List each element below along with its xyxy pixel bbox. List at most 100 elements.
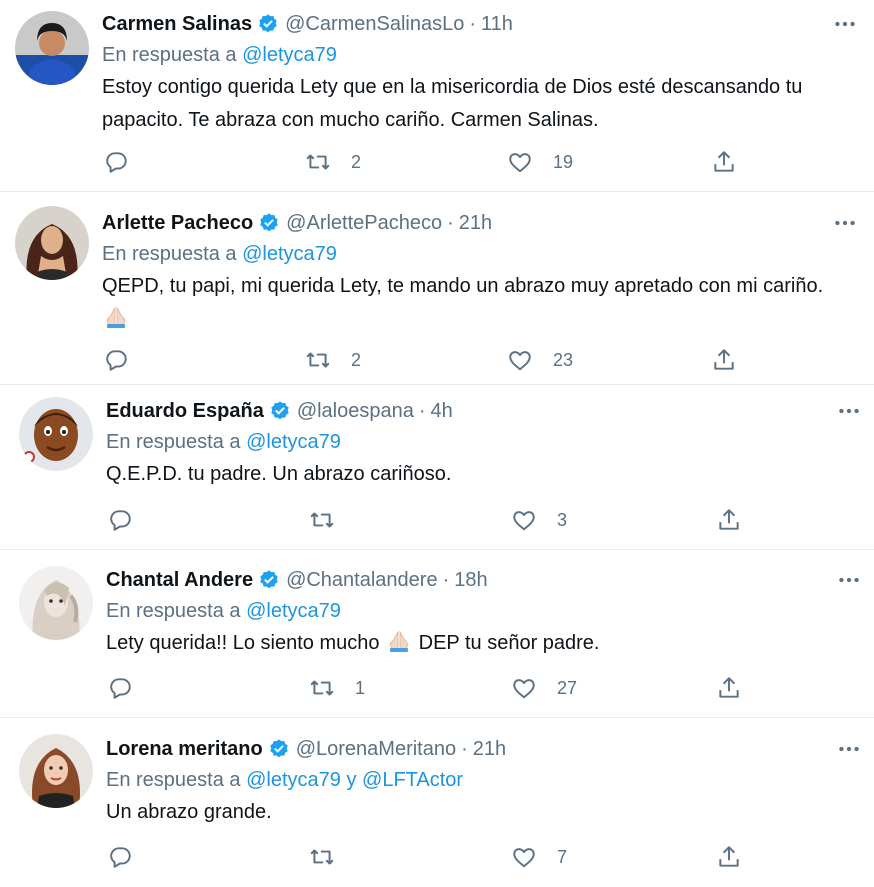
reply-button[interactable] [103, 343, 129, 377]
tweet-text: QEPD, tu papi, mi querida Lety, te mando… [102, 270, 854, 336]
separator-dot: · [469, 12, 477, 35]
avatar[interactable] [15, 206, 89, 280]
retweet-button[interactable]: 2 [305, 343, 361, 377]
timestamp[interactable]: 18h [454, 569, 487, 592]
tweet-feed: Carmen Salinas @CarmenSalinasLo · 11h En… [0, 0, 874, 887]
author-name[interactable]: Lorena meritano [106, 738, 263, 761]
retweet-button[interactable] [309, 840, 355, 874]
reply-button[interactable] [107, 503, 133, 537]
more-options-icon[interactable] [832, 732, 866, 766]
author-handle[interactable]: @LorenaMeritano [296, 738, 456, 761]
tweet-text: Lety querida!! Lo siento mucho DEP tu se… [106, 627, 854, 660]
tweet-text-body: Lety querida!! Lo siento mucho [106, 632, 380, 654]
like-button[interactable]: 3 [511, 503, 567, 537]
share-icon [719, 509, 739, 530]
share-icon [719, 677, 739, 698]
avatar[interactable] [15, 11, 89, 85]
more-options-icon[interactable] [832, 394, 866, 428]
reply-icon [106, 350, 127, 371]
avatar[interactable] [19, 566, 93, 640]
retweet-count: 2 [351, 151, 362, 172]
share-button[interactable] [711, 343, 737, 377]
tweet[interactable]: Chantal Andere @Chantalandere · 18h En r… [0, 550, 874, 718]
reply-button[interactable] [107, 840, 133, 874]
verified-badge-icon [258, 569, 280, 591]
author-handle[interactable]: @laloespana [297, 400, 414, 423]
verified-badge-icon [257, 13, 279, 35]
tweet-text-body: QEPD, tu papi, mi querida Lety, te mando… [102, 275, 824, 297]
retweet-button[interactable] [309, 503, 355, 537]
heart-icon [509, 351, 531, 371]
tweet[interactable]: Carmen Salinas @CarmenSalinasLo · 11h En… [0, 0, 874, 192]
heart-icon [513, 679, 535, 699]
timestamp[interactable]: 21h [459, 212, 492, 235]
share-button[interactable] [716, 840, 742, 874]
author-name[interactable]: Eduardo España [106, 400, 264, 423]
timestamp[interactable]: 21h [473, 738, 506, 761]
mention-link[interactable]: @letyca79 [246, 431, 341, 453]
share-button[interactable] [716, 503, 742, 537]
like-button[interactable]: 7 [511, 840, 567, 874]
author-name[interactable]: Chantal Andere [106, 569, 253, 592]
mention-link[interactable]: @letyca79 [242, 243, 337, 265]
mention-link[interactable]: @LFTActor [362, 769, 463, 791]
reply-icon [110, 678, 131, 699]
tweet-header: Arlette Pacheco @ArlettePacheco · 21h [102, 208, 854, 238]
tweet[interactable]: Eduardo España @laloespana · 4h En respu… [0, 385, 874, 550]
mention-link[interactable]: @letyca79 [246, 769, 341, 791]
like-button[interactable]: 27 [511, 671, 577, 705]
author-name[interactable]: Arlette Pacheco [102, 212, 253, 235]
more-options-icon[interactable] [832, 563, 866, 597]
retweet-button[interactable]: 2 [305, 145, 361, 179]
tweet-text: Estoy contigo querida Lety que en la mis… [102, 76, 803, 131]
tweet-text-continued: DEP tu señor padre. [418, 632, 600, 654]
like-count: 23 [553, 349, 574, 370]
tweet-actions: 3 [0, 503, 874, 537]
tweet-actions: 2 19 [0, 145, 874, 179]
retweet-icon [306, 154, 330, 170]
heart-icon [513, 848, 535, 868]
share-button[interactable] [716, 671, 742, 705]
folded-hands-emoji-icon [102, 305, 130, 329]
retweet-icon [310, 680, 334, 696]
tweet[interactable]: Lorena meritano @LorenaMeritano · 21h En… [0, 718, 874, 887]
more-options-icon[interactable] [828, 206, 862, 240]
retweet-icon [310, 849, 334, 865]
tweet-text: Un abrazo grande. [106, 801, 272, 823]
timestamp[interactable]: 11h [481, 13, 513, 36]
retweet-button[interactable]: 1 [309, 671, 365, 705]
like-button[interactable]: 19 [507, 145, 573, 179]
author-handle[interactable]: @ArlettePacheco [286, 212, 442, 235]
mention-link[interactable]: @letyca79 [246, 600, 341, 622]
retweet-icon [310, 512, 334, 528]
like-count: 3 [557, 509, 568, 530]
reply-button[interactable] [107, 671, 133, 705]
verified-badge-icon [269, 400, 291, 422]
avatar[interactable] [19, 734, 93, 808]
heart-icon [509, 153, 531, 173]
reply-context: En respuesta a @letyca79 [106, 426, 854, 458]
reply-icon [110, 510, 131, 531]
tweet[interactable]: Arlette Pacheco @ArlettePacheco · 21h En… [0, 192, 874, 385]
more-options-icon[interactable] [828, 7, 862, 41]
reply-button[interactable] [103, 145, 129, 179]
like-count: 19 [553, 151, 574, 172]
share-button[interactable] [711, 145, 737, 179]
like-button[interactable]: 23 [507, 343, 573, 377]
reply-prefix: En respuesta a [106, 769, 247, 791]
retweet-count: 1 [355, 677, 366, 698]
mention-link[interactable]: @letyca79 [242, 44, 337, 66]
tweet-header: Chantal Andere @Chantalandere · 18h [106, 565, 854, 595]
timestamp[interactable]: 4h [431, 400, 453, 423]
avatar[interactable] [19, 397, 93, 471]
separator-dot: · [418, 399, 426, 422]
separator-dot: · [442, 568, 450, 591]
folded-hands-emoji-icon [385, 629, 413, 653]
share-icon [714, 349, 734, 370]
author-name[interactable]: Carmen Salinas [102, 13, 252, 36]
tweet-header: Lorena meritano @LorenaMeritano · 21h [106, 734, 854, 764]
separator-dot: · [447, 211, 454, 234]
author-handle[interactable]: @CarmenSalinasLo [285, 13, 464, 36]
reply-context: En respuesta a @letyca79 [102, 39, 854, 71]
author-handle[interactable]: @Chantalandere [286, 569, 438, 592]
